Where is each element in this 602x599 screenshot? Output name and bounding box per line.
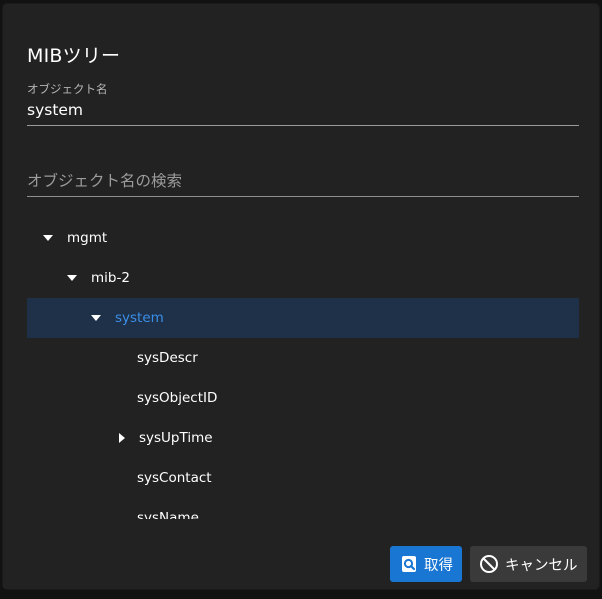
tree-item-system[interactable]: system: [27, 298, 579, 338]
tree-item-syscontact[interactable]: sysContact: [27, 458, 579, 498]
tree-item-sysdescr[interactable]: sysDescr: [27, 338, 579, 378]
mib-tree-dialog: MIBツリー オブジェクト名 system mgmt mib-2 system …: [3, 4, 599, 589]
tree-item-label: mgmt: [67, 230, 108, 246]
tree-item-label: sysContact: [137, 470, 212, 486]
object-search-input[interactable]: [27, 166, 579, 197]
tree-item-mib-2[interactable]: mib-2: [27, 258, 579, 298]
mib-tree: mgmt mib-2 system sysDescr sysObjectID s…: [27, 214, 579, 519]
tree-item-sysname[interactable]: sysName: [27, 498, 579, 519]
tree-item-mgmt[interactable]: mgmt: [27, 218, 579, 258]
caret-right-icon[interactable]: [119, 433, 125, 443]
get-button-label: 取得: [424, 557, 453, 574]
tree-item-label: sysUpTime: [139, 430, 213, 446]
object-name-label: オブジェクト名: [27, 82, 108, 96]
block-icon: [479, 554, 499, 574]
tree-item-label: system: [115, 310, 164, 326]
caret-down-icon[interactable]: [67, 275, 77, 281]
dialog-title: MIBツリー: [27, 45, 121, 67]
tree-item-label: sysName: [137, 510, 199, 519]
tree-item-sysobjectid[interactable]: sysObjectID: [27, 378, 579, 418]
caret-down-icon[interactable]: [91, 315, 101, 321]
get-button[interactable]: 取得: [390, 546, 462, 582]
tree-item-label: sysDescr: [137, 350, 198, 366]
tree-item-sysuptime[interactable]: sysUpTime: [27, 418, 579, 458]
search-document-icon: [400, 555, 418, 573]
cancel-button[interactable]: キャンセル: [470, 546, 587, 582]
caret-down-icon[interactable]: [43, 235, 53, 241]
cancel-button-label: キャンセル: [505, 557, 578, 574]
object-name-field[interactable]: system: [27, 98, 579, 126]
tree-item-label: mib-2: [91, 270, 130, 286]
tree-item-label: sysObjectID: [137, 390, 218, 406]
